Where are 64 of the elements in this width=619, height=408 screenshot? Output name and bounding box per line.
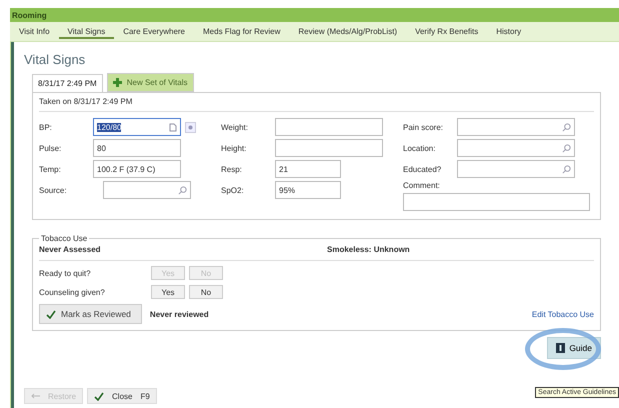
expand-icon[interactable]	[185, 122, 196, 132]
section-title: Vital Signs	[24, 52, 86, 67]
tobacco-status: Never Assessed	[39, 245, 102, 254]
field-label: Pain score:	[403, 122, 444, 132]
field-label: Source:	[39, 186, 68, 194]
edit-tobacco-link[interactable]: Edit Tobacco Use	[532, 310, 594, 318]
field-label: Educated?	[403, 164, 442, 174]
search-icon[interactable]	[562, 122, 571, 132]
field-value: 100.2 F (37.9 C)	[97, 164, 156, 174]
tab[interactable]: Verify Rx Benefits	[406, 24, 488, 38]
field-label: Comment:	[403, 181, 441, 190]
field-label: Temp:	[39, 164, 62, 174]
check-icon	[94, 392, 104, 400]
group-title: Tobacco Use	[40, 234, 88, 243]
search-icon[interactable]	[562, 164, 571, 174]
input-field[interactable]	[275, 139, 383, 157]
tab[interactable]: Vital Signs	[58, 24, 114, 38]
field-label: Resp:	[221, 164, 243, 174]
answer-button[interactable]: No	[189, 285, 223, 299]
answer-button[interactable]: Yes	[151, 285, 185, 299]
lookup-field[interactable]	[457, 118, 575, 136]
lookup-field[interactable]	[103, 181, 191, 199]
vitals-tab[interactable]: 8/31/17 2:49 PM	[32, 74, 103, 92]
comment-field[interactable]	[403, 193, 590, 211]
field-value: 21	[279, 164, 288, 174]
lookup-field[interactable]	[457, 139, 575, 157]
question-label: Ready to quit?	[39, 268, 92, 278]
field-label: Height:	[221, 144, 248, 152]
taken-on-text: Taken on 8/31/17 2:49 PM	[39, 97, 594, 112]
input-field[interactable]: 80	[93, 139, 181, 157]
field-label: BP:	[39, 122, 53, 132]
field-value: 80	[97, 144, 106, 152]
arrow-icon	[31, 393, 40, 399]
tab[interactable]: History	[487, 24, 530, 38]
field-value: 95%	[279, 186, 296, 194]
app-title: Rooming	[12, 10, 47, 20]
tab[interactable]: Care Everywhere	[114, 24, 194, 38]
smokeless-status: Smokeless: Unknown	[327, 245, 410, 254]
lookup-field[interactable]	[457, 160, 575, 178]
close-button[interactable]: Close F9	[87, 388, 157, 404]
review-status: Never reviewed	[150, 310, 209, 318]
field-label: Weight:	[221, 122, 249, 132]
book-icon	[556, 343, 566, 353]
new-vitals-tab[interactable]: New Set of Vitals	[106, 73, 194, 92]
search-icon[interactable]	[562, 144, 571, 152]
mark-reviewed-button[interactable]: Mark as Reviewed	[39, 304, 142, 324]
check-icon	[46, 310, 56, 318]
tab[interactable]: Visit Info	[10, 24, 59, 38]
search-icon[interactable]	[178, 186, 187, 194]
input-field[interactable]: 95%	[275, 181, 341, 199]
field-label: Pulse:	[39, 144, 62, 152]
question-label: Counseling given?	[39, 288, 106, 296]
page-icon[interactable]	[169, 122, 177, 132]
guide-button[interactable]: Guide	[547, 337, 601, 359]
plus-icon	[112, 78, 122, 87]
bp-field[interactable]: 120/80	[93, 118, 181, 136]
tab[interactable]: Review (Meds/Alg/ProbList)	[289, 24, 406, 38]
field-label: Location:	[403, 144, 436, 152]
field-label: SpO2:	[221, 186, 245, 194]
input-field[interactable]: 100.2 F (37.9 C)	[93, 160, 181, 178]
input-field[interactable]: 21	[275, 160, 341, 178]
tab[interactable]: Meds Flag for Review	[194, 24, 290, 38]
input-field[interactable]	[275, 118, 383, 136]
field-value: 120/80	[97, 122, 122, 132]
